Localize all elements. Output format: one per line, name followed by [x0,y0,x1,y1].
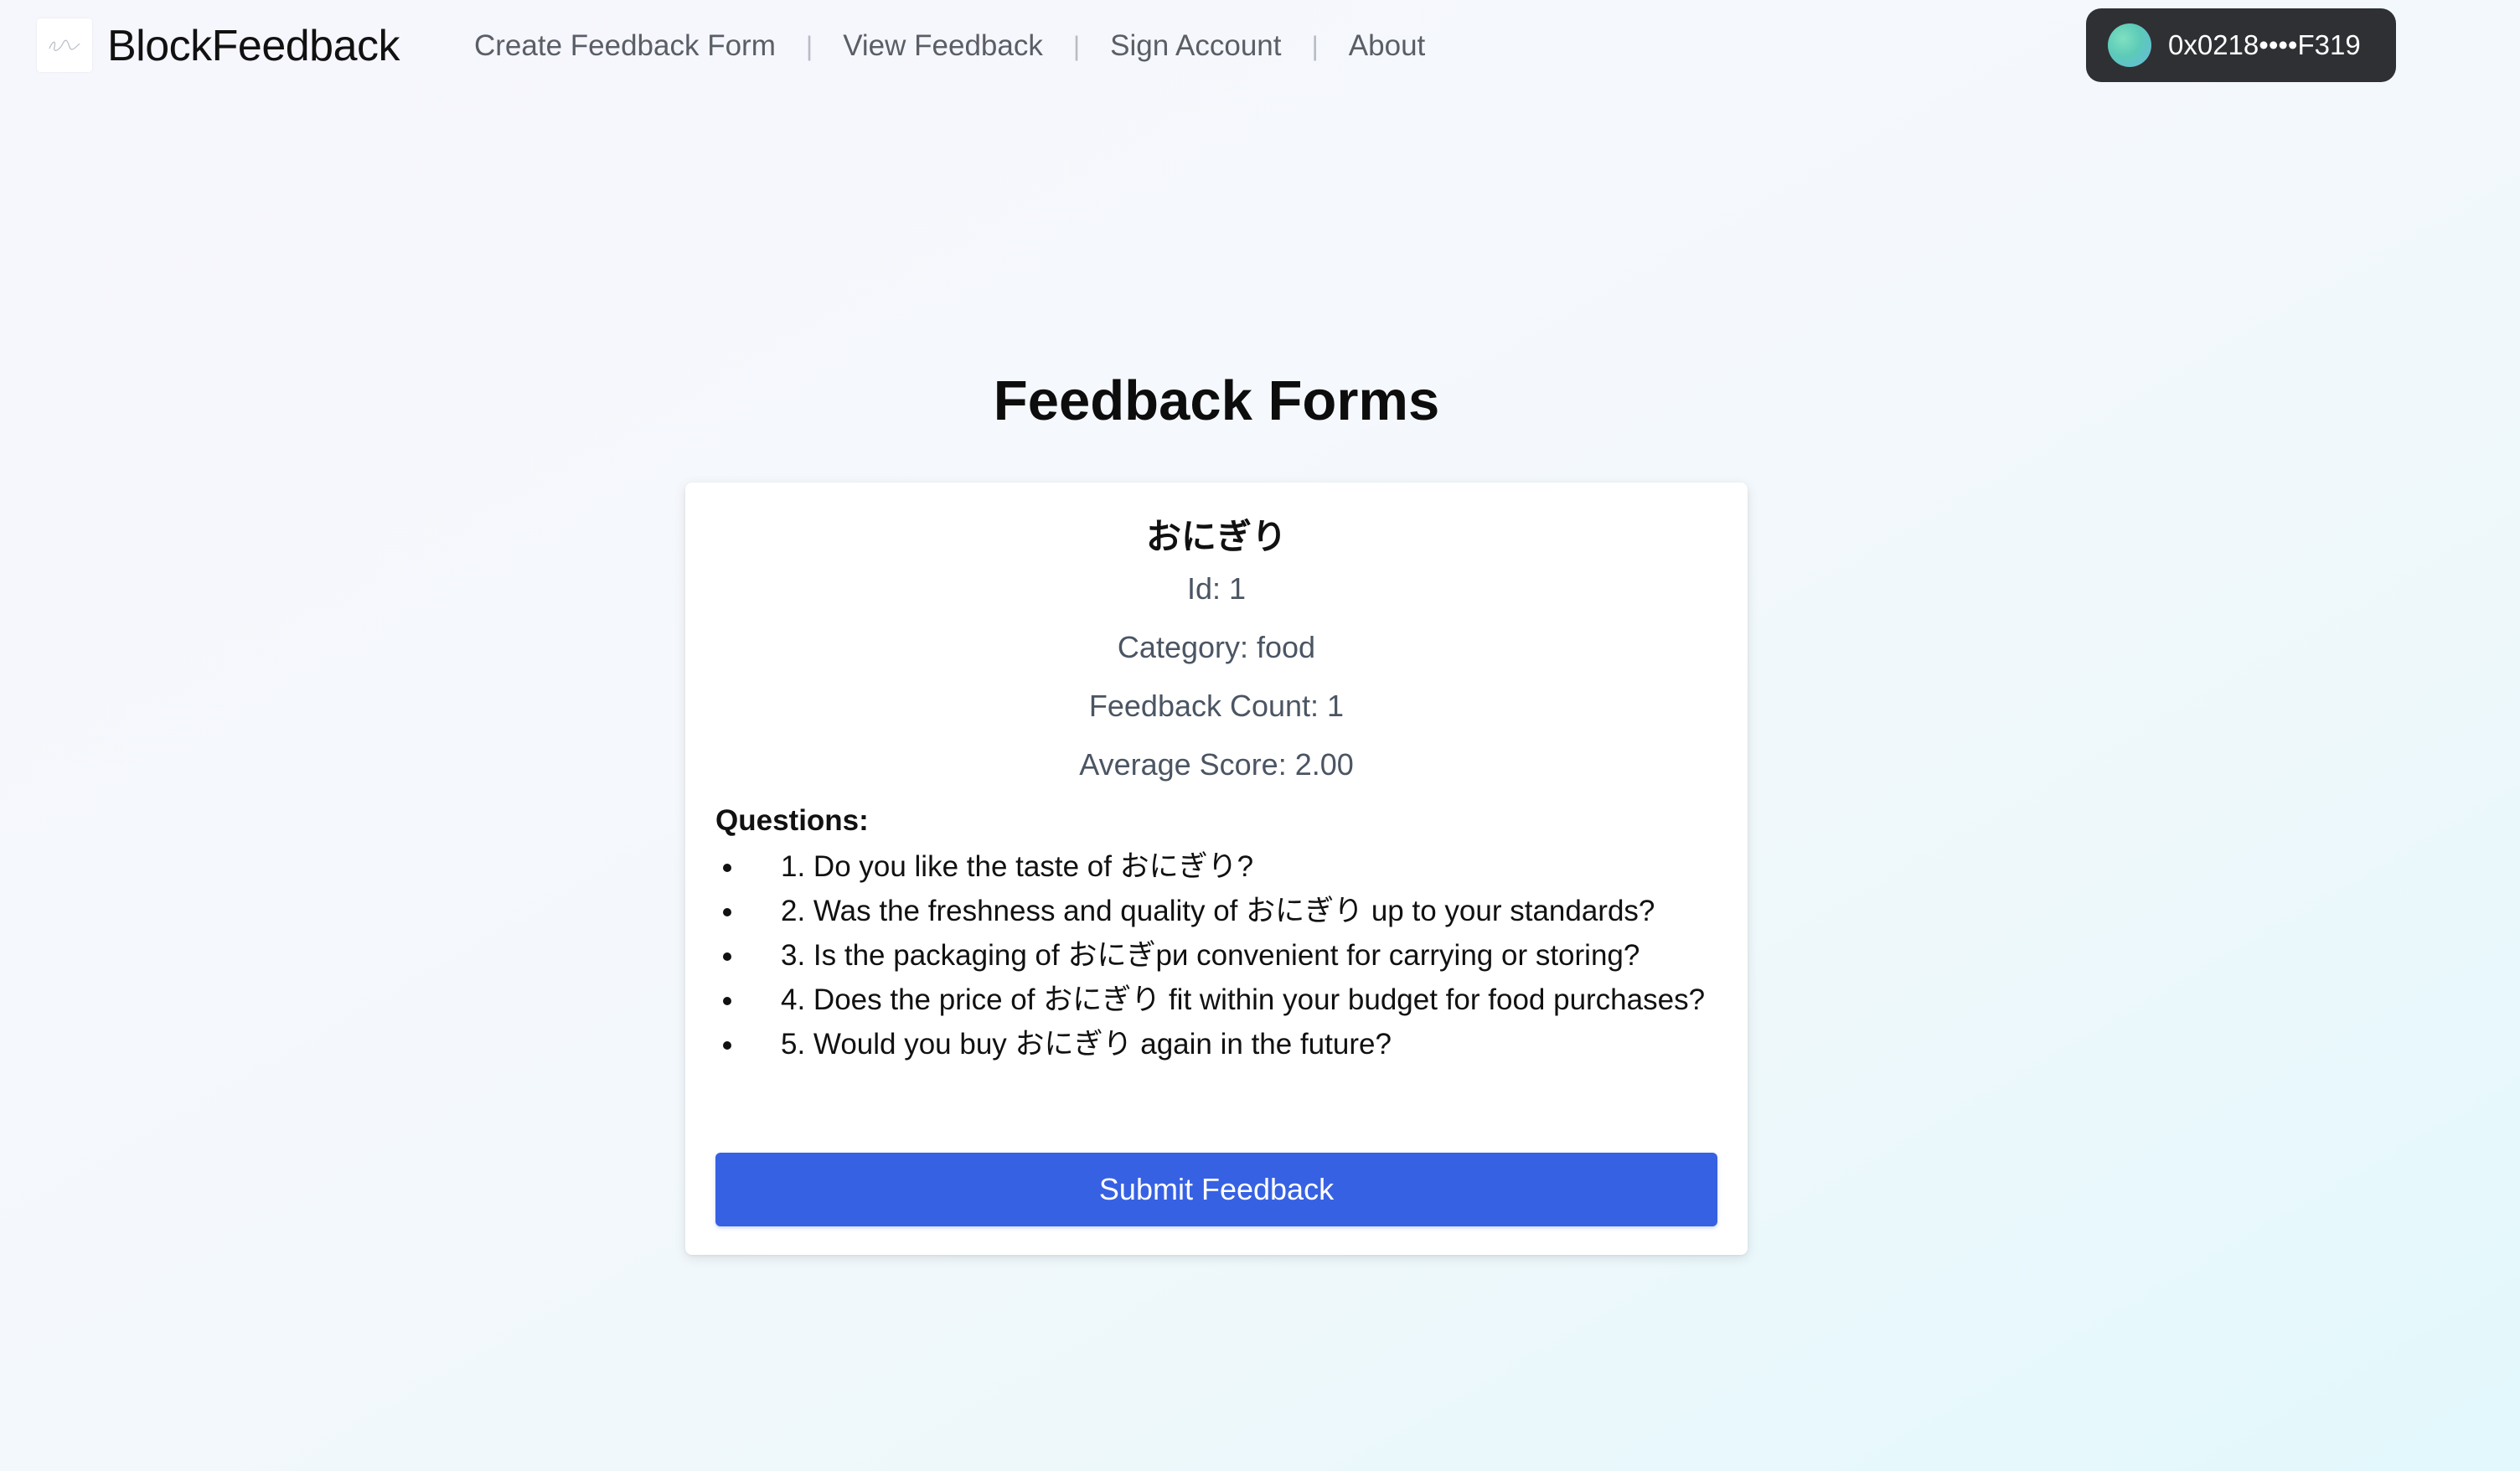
signature-logo-icon [49,39,80,51]
form-feedback-count: Feedback Count: 1 [1088,689,1345,723]
question-item: 3. Is the packaging of おにぎри convenient … [746,933,1717,978]
question-text: 2. Was the freshness and quality of おにぎり… [781,895,1655,927]
questions-list: 1. Do you like the taste of おにぎり? 2. Was… [715,844,1717,1066]
wallet-address: 0x0218••••F319 [2168,29,2361,60]
question-text: 4. Does the price of おにぎり fit within you… [781,983,1706,1016]
nav-link-view-feedback[interactable]: View Feedback [843,29,1043,63]
top-navbar: BlockFeedback Create Feedback Form | Vie… [0,0,2520,92]
question-text: 3. Is the packaging of おにぎри convenient … [781,939,1640,972]
wallet-account-button[interactable]: 0x0218••••F319 [2086,8,2396,82]
nav-links: Create Feedback Form | View Feedback | S… [474,20,1425,72]
nav-link-create-feedback-form[interactable]: Create Feedback Form [474,29,776,63]
logo-icon[interactable] [37,18,92,72]
questions-heading: Questions: [715,804,869,837]
question-text: 5. Would you buy おにぎり again in the futur… [781,1028,1392,1061]
question-item: 4. Does the price of おにぎり fit within you… [746,978,1717,1022]
nav-separator: | [805,30,813,61]
feedback-form-card: おにぎり Id: 1 Category: food Feedback Count… [685,483,1748,1255]
form-category: Category: food [1117,630,1316,664]
nav-separator: | [1311,30,1319,61]
wallet-avatar-icon [2108,23,2151,67]
nav-link-about[interactable]: About [1349,29,1425,63]
form-average-score: Average Score: 2.00 [1079,747,1354,782]
question-item: 2. Was the freshness and quality of おにぎり… [746,889,1717,933]
form-name: おにぎり [1145,517,1287,556]
nav-link-sign-account[interactable]: Sign Account [1110,29,1281,63]
page-title: Feedback Forms [993,369,1440,432]
brand-name[interactable]: BlockFeedback [107,18,400,74]
submit-feedback-button[interactable]: Submit Feedback [715,1153,1717,1226]
question-text: 1. Do you like the taste of おにぎり? [781,850,1254,883]
question-item: 1. Do you like the taste of おにぎり? [746,844,1717,889]
question-item: 5. Would you buy おにぎり again in the futur… [746,1022,1717,1066]
nav-separator: | [1072,30,1081,61]
form-id: Id: 1 [1186,571,1247,606]
